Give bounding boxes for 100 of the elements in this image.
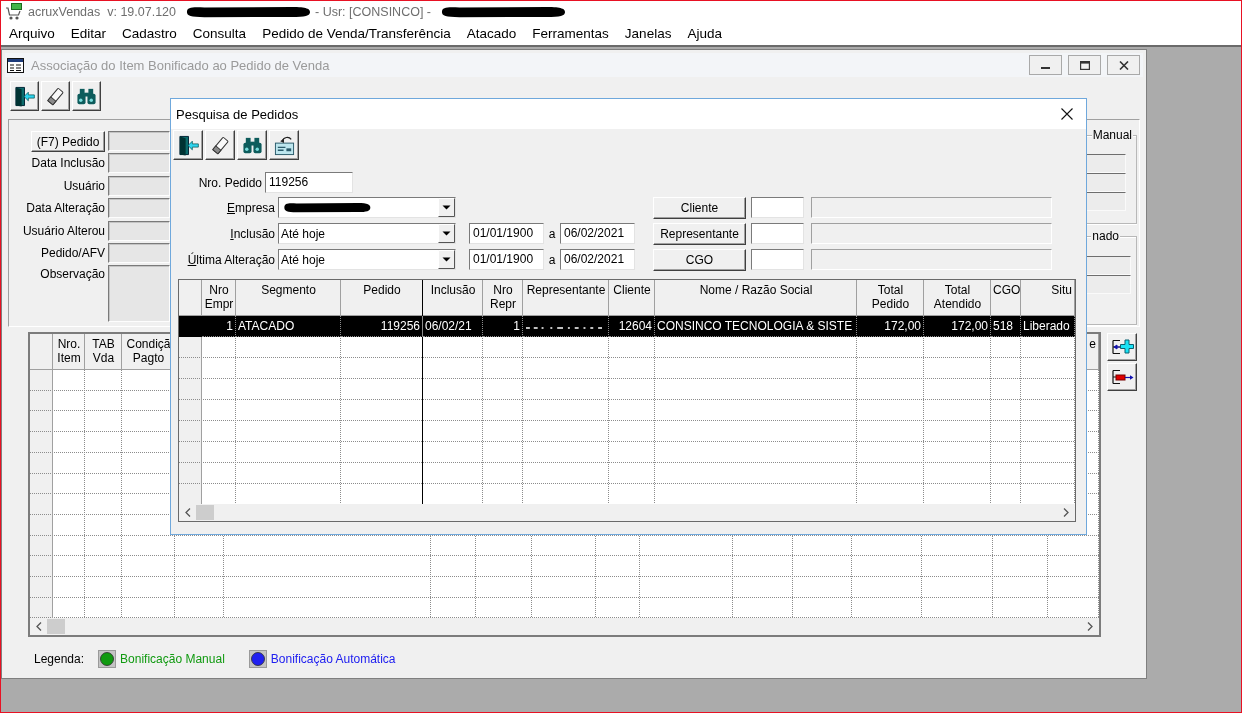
date-field[interactable]: 06/02/2021 — [560, 223, 635, 244]
lookup-button[interactable]: Representante — [653, 222, 746, 245]
table-cell: 06/02/21 — [423, 316, 483, 337]
dropdown-field[interactable] — [278, 197, 456, 218]
scrollbar-thumb[interactable] — [196, 505, 214, 520]
table-cell: ATACADO — [236, 316, 341, 337]
column-header: Condiçã Pagto — [126, 337, 171, 365]
menu-item[interactable]: Pedido de Venda/Transferência — [254, 24, 459, 43]
horizontal-scrollbar[interactable] — [30, 618, 1099, 635]
menu-item[interactable]: Ferramentas — [524, 24, 617, 43]
table-cell: 518 — [991, 316, 1021, 337]
table-cell: 1 — [202, 316, 236, 337]
column-header: Cliente — [613, 283, 651, 297]
toolbar-button[interactable] — [10, 81, 39, 111]
eraser-icon — [209, 134, 231, 156]
input-field[interactable] — [751, 197, 804, 218]
scroll-left-icon — [36, 622, 42, 631]
input-field[interactable] — [1086, 192, 1126, 211]
close-icon — [1061, 108, 1073, 120]
horizontal-scrollbar[interactable] — [179, 504, 1075, 521]
window-title: acruxVendas v: 19.07.120 — [28, 4, 177, 19]
menu-item[interactable]: Ajuda — [679, 24, 730, 43]
legend-label: Legenda: — [34, 652, 85, 666]
field-label: Empresa — [225, 200, 276, 215]
date-field[interactable]: 01/01/1900 — [469, 249, 544, 270]
table-row[interactable]: 1 ATACADO 119256 06/02/21 1 12604 CONSINCO TECNOLOGIA & SISTE 172,00 172,00 518 Liberado — [179, 316, 1075, 337]
input-field[interactable] — [1086, 275, 1131, 294]
field-label: Inclusão — [229, 226, 276, 241]
input-field[interactable] — [751, 223, 804, 244]
field-label: Última Alteração — [186, 252, 276, 267]
input-field[interactable] — [811, 223, 1052, 244]
column-header: Nome / Razão Social — [699, 283, 813, 297]
menu-item[interactable]: Atacado — [458, 24, 525, 43]
input-field[interactable] — [1086, 154, 1126, 173]
column-header: Nro Repr — [490, 283, 516, 311]
toolbar-button[interactable] — [269, 130, 299, 160]
input-field[interactable] — [108, 131, 170, 151]
input-field[interactable] — [751, 249, 804, 270]
lookup-button[interactable]: (F7) Pedido — [31, 131, 105, 152]
dropdown-field[interactable]: Até hoje — [278, 249, 456, 270]
legend-item: Bonificação Automática — [270, 652, 396, 666]
column-header: Pedido — [363, 283, 401, 297]
input-field[interactable] — [108, 198, 170, 219]
close-icon — [1118, 60, 1129, 70]
menu-item[interactable]: Consulta — [184, 24, 255, 43]
card-arrow-icon — [273, 134, 295, 156]
menu-item[interactable]: Cadastro — [114, 24, 185, 43]
dialog-title: Pesquisa de Pedidos — [176, 106, 299, 122]
close-button[interactable] — [1107, 55, 1140, 75]
field-label: Data Inclusão — [30, 156, 105, 171]
date-field[interactable]: 01/01/1900 — [469, 223, 544, 244]
minimize-icon — [1041, 67, 1050, 69]
date-field[interactable]: 06/02/2021 — [560, 249, 635, 270]
column-header: Inclusão — [430, 283, 476, 297]
input-field[interactable] — [811, 197, 1052, 218]
column-header: Nro Empr — [204, 283, 234, 311]
input-field[interactable]: 119256 — [265, 172, 353, 193]
field-label: Pedido/AFV — [39, 245, 105, 260]
list-plus-icon — [1110, 337, 1134, 357]
menu-item[interactable]: Janelas — [616, 24, 680, 43]
restore-button[interactable] — [1068, 55, 1101, 75]
column-header: Segmento — [261, 283, 316, 297]
input-field[interactable] — [811, 249, 1052, 270]
door-arrow-icon — [177, 134, 199, 156]
legend-item: Bonificação Manual — [120, 652, 225, 666]
scrollbar-thumb[interactable] — [47, 619, 65, 634]
lookup-button[interactable]: CGO — [653, 248, 746, 271]
input-field[interactable] — [108, 175, 170, 196]
lookup-button[interactable]: Cliente — [653, 196, 746, 219]
field-label: Observação — [39, 266, 105, 282]
toolbar-button[interactable] — [205, 130, 235, 160]
field-label: Data Alteração — [25, 201, 105, 216]
dropdown-field[interactable]: Até hoje — [278, 223, 456, 244]
cart-icon — [5, 2, 23, 21]
window-title: Associação do Item Bonificado ao Pedido de Venda — [31, 57, 330, 73]
remove-button[interactable] — [1107, 363, 1137, 391]
column-header: TAB Vda — [92, 337, 115, 365]
window-title: - Usr: [CONSINCO] - — [315, 4, 431, 19]
toolbar-button[interactable] — [72, 81, 101, 111]
table-cell: 172,00 — [857, 316, 924, 337]
table-cell: Liberado — [1021, 316, 1075, 337]
menu-item[interactable]: Arquivo — [1, 24, 63, 43]
menu-item[interactable]: Editar — [62, 24, 115, 43]
table-cell: CONSINCO TECNOLOGIA & SISTE — [655, 316, 857, 337]
minimize-button[interactable] — [1029, 55, 1062, 75]
input-field[interactable] — [108, 220, 170, 241]
door-arrow-icon — [14, 85, 35, 107]
column-header: e — [1089, 337, 1096, 351]
column-header: Nro. Item — [57, 337, 81, 365]
input-field[interactable] — [108, 242, 170, 263]
add-button[interactable] — [1107, 333, 1137, 361]
toolbar-button[interactable] — [173, 130, 203, 160]
list-minus-icon — [1110, 367, 1134, 387]
input-field[interactable] — [1086, 173, 1126, 192]
caret-icon — [438, 250, 455, 269]
input-field[interactable] — [108, 153, 170, 174]
toolbar-button[interactable] — [41, 81, 70, 111]
toolbar-button[interactable] — [237, 130, 267, 160]
input-field[interactable] — [1086, 256, 1131, 275]
text-area[interactable] — [108, 265, 170, 323]
